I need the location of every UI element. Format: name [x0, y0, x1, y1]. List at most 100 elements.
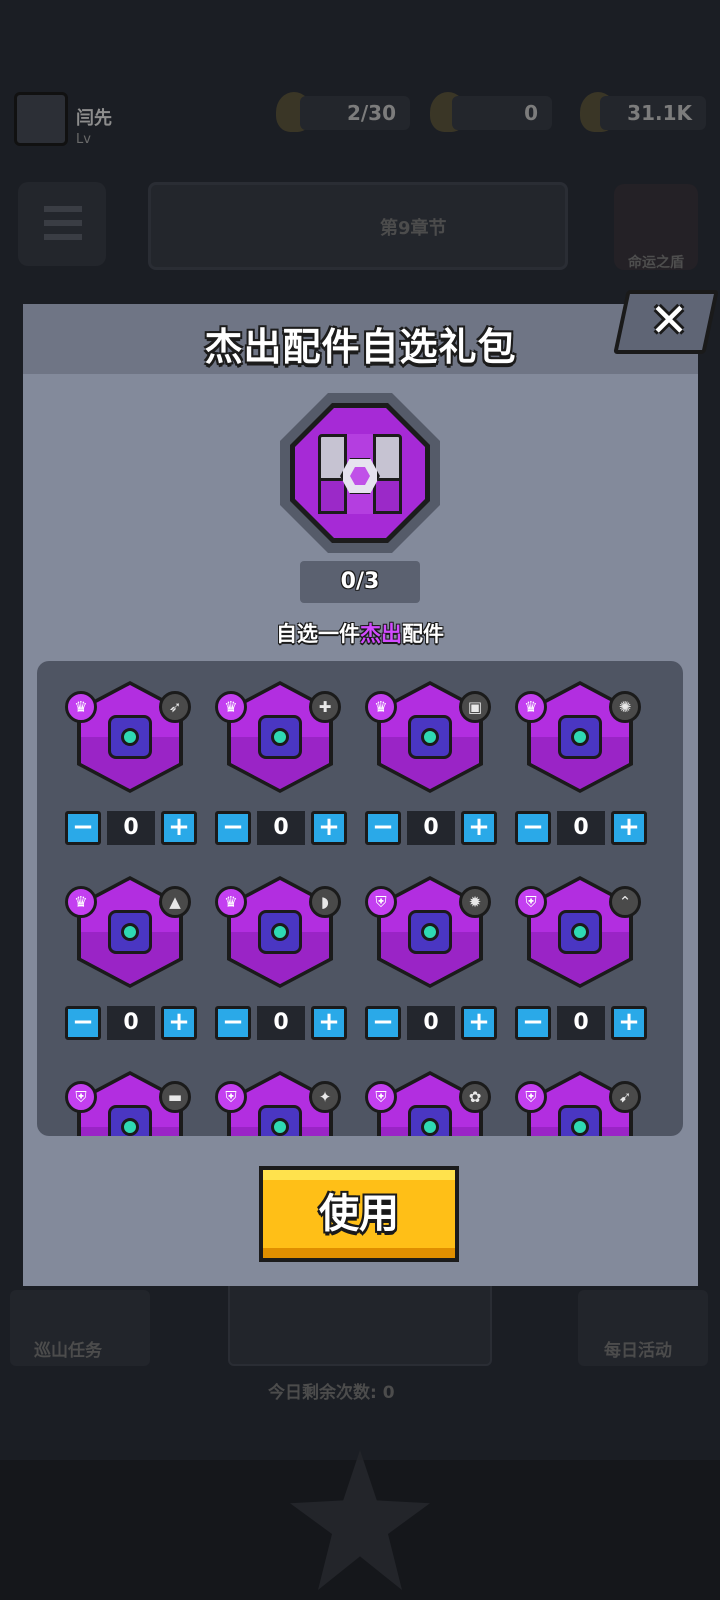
weapon-type-icon: ▲: [159, 886, 191, 918]
coin-value: 31.1K: [600, 96, 706, 130]
patrol-mission-label: 巡山任务: [34, 1341, 102, 1361]
rarity-badge-icon: ⛨: [515, 1081, 547, 1113]
center-panel: [228, 1280, 492, 1366]
item-slot[interactable]: ⛨ ⌃ −0 +: [515, 876, 665, 1066]
rarity-badge-icon: ♛: [65, 886, 97, 918]
instruction-text-end: 配件: [402, 622, 444, 646]
quantity-value: 0: [407, 811, 455, 845]
decrease-button[interactable]: −: [215, 811, 251, 845]
selection-progress: 0/3: [300, 561, 420, 603]
item-slot[interactable]: ♛ ◗ −0 +: [215, 876, 365, 1066]
accessory-core: [271, 1118, 289, 1136]
chapter-banner: [148, 182, 568, 270]
decrease-button[interactable]: −: [365, 811, 401, 845]
quantity-stepper: −0 +: [515, 811, 647, 845]
decrease-button[interactable]: −: [215, 1006, 251, 1040]
dialog-header: 杰出配件自选礼包: [23, 304, 698, 374]
weapon-type-icon: ▣: [459, 691, 491, 723]
item-slot[interactable]: ⛨➹−+: [515, 1071, 665, 1136]
accessory-core: [121, 1118, 139, 1136]
accessory-core: [571, 923, 589, 941]
rarity-badge-icon: ⛨: [515, 886, 547, 918]
rarity-badge-icon: ♛: [365, 691, 397, 723]
weapon-type-icon: ✚: [309, 691, 341, 723]
accessory-core: [121, 728, 139, 746]
menu-icon: [44, 206, 82, 240]
weapon-type-icon: ✿: [459, 1081, 491, 1113]
weapon-type-icon: ✹: [459, 886, 491, 918]
accessory-core: [121, 923, 139, 941]
weapon-type-icon: ▬: [159, 1081, 191, 1113]
accessory-core: [421, 923, 439, 941]
increase-button[interactable]: +: [311, 811, 347, 845]
item-grid[interactable]: ♛ ➶ −0 + ♛ ✚ −0 + ♛ ▣ −0 + ♛ ✺ −0 + ♛ ▲ −0 + ♛ ◗ −0 + ⛨ ✹ −0 + ⛨ ⌃ −0 +…: [37, 661, 683, 1136]
player-level: Lv: [76, 132, 91, 147]
item-slot[interactable]: ⛨ ✹ −0 +: [365, 876, 515, 1066]
quantity-value: 0: [107, 811, 155, 845]
weapon-type-icon: ➶: [159, 691, 191, 723]
quantity-stepper: −0 +: [215, 811, 347, 845]
decrease-button[interactable]: −: [65, 811, 101, 845]
weapon-type-icon: ⌃: [609, 886, 641, 918]
item-slot[interactable]: ⛨✦−+: [215, 1071, 365, 1136]
rarity-badge-icon: ♛: [215, 886, 247, 918]
rarity-badge-icon: ♛: [65, 691, 97, 723]
weapon-type-icon: ✺: [609, 691, 641, 723]
quantity-stepper: −0 +: [365, 1006, 497, 1040]
close-icon[interactable]: ✕: [638, 292, 700, 348]
increase-button[interactable]: +: [161, 811, 197, 845]
increase-button[interactable]: +: [611, 811, 647, 845]
decrease-button[interactable]: −: [65, 1006, 101, 1040]
increase-button[interactable]: +: [611, 1006, 647, 1040]
increase-button[interactable]: +: [461, 1006, 497, 1040]
use-button[interactable]: 使用: [263, 1170, 455, 1258]
rarity-badge-icon: ⛨: [365, 1081, 397, 1113]
increase-button[interactable]: +: [461, 811, 497, 845]
rarity-badge-icon: ⛨: [65, 1081, 97, 1113]
quantity-stepper: −0 +: [365, 811, 497, 845]
quantity-stepper: −0 +: [65, 1006, 197, 1040]
rarity-badge-icon: ⛨: [365, 886, 397, 918]
quantity-value: 0: [407, 1006, 455, 1040]
quantity-value: 0: [257, 1006, 305, 1040]
quantity-stepper: −0 +: [65, 811, 197, 845]
quantity-stepper: −0 +: [515, 1006, 647, 1040]
rarity-badge-icon: ♛: [215, 691, 247, 723]
increase-button[interactable]: +: [311, 1006, 347, 1040]
chapter-text: 第9章节: [380, 218, 447, 239]
item-slot[interactable]: ⛨✿−+: [365, 1071, 515, 1136]
instruction-text-start: 自选一件: [276, 622, 360, 646]
instruction-rarity: 杰出: [360, 622, 402, 646]
accessory-core: [271, 728, 289, 746]
increase-button[interactable]: +: [161, 1006, 197, 1040]
item-slot[interactable]: ♛ ▣ −0 +: [365, 681, 515, 871]
accessory-core: [571, 1118, 589, 1136]
decrease-button[interactable]: −: [365, 1006, 401, 1040]
item-slot[interactable]: ♛ ➶ −0 +: [65, 681, 215, 871]
quantity-value: 0: [557, 1006, 605, 1040]
shield-label: 命运之盾: [628, 255, 684, 271]
weapon-type-icon: ◗: [309, 886, 341, 918]
player-avatar: [14, 92, 68, 146]
rarity-badge-icon: ⛨: [215, 1081, 247, 1113]
selection-instruction: 自选一件杰出配件: [0, 618, 720, 648]
quantity-value: 0: [107, 1006, 155, 1040]
item-slot[interactable]: ♛ ✺ −0 +: [515, 681, 665, 871]
weapon-type-icon: ➹: [609, 1081, 641, 1113]
gem-value: 0: [452, 96, 552, 130]
rarity-badge-icon: ♛: [515, 691, 547, 723]
item-slot[interactable]: ⛨▬−+: [65, 1071, 215, 1136]
accessory-core: [421, 728, 439, 746]
decrease-button[interactable]: −: [515, 1006, 551, 1040]
quantity-value: 0: [257, 811, 305, 845]
daily-event-label: 每日活动: [604, 1341, 672, 1361]
weapon-type-icon: ✦: [309, 1081, 341, 1113]
item-slot[interactable]: ♛ ✚ −0 +: [215, 681, 365, 871]
decrease-button[interactable]: −: [515, 811, 551, 845]
energy-value: 2/30: [300, 96, 410, 130]
remaining-count-label: 今日剩余次数: 0: [268, 1383, 395, 1403]
dialog-title: 杰出配件自选礼包: [204, 325, 517, 369]
accessory-core: [271, 923, 289, 941]
quantity-stepper: −0 +: [215, 1006, 347, 1040]
item-slot[interactable]: ♛ ▲ −0 +: [65, 876, 215, 1066]
